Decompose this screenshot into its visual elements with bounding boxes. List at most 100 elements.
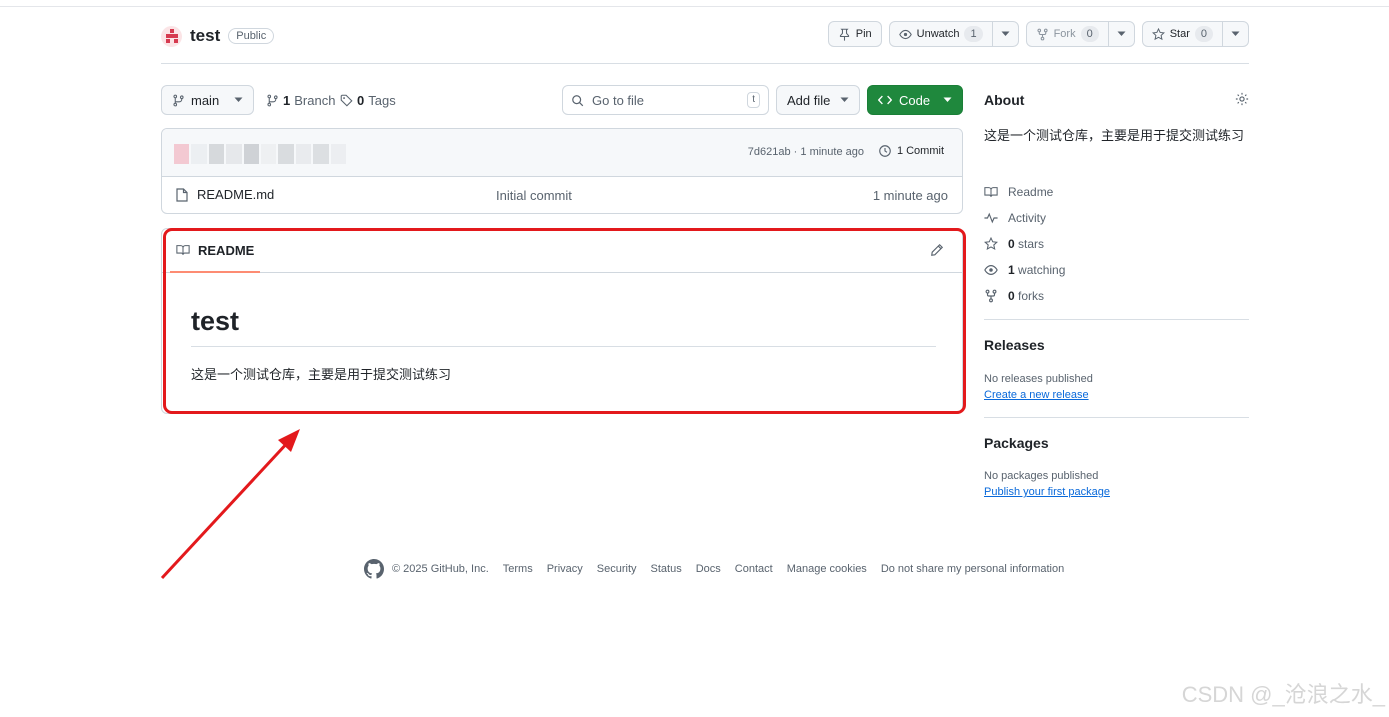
create-release-link[interactable]: Create a new release <box>984 389 1089 401</box>
footer-link-docs[interactable]: Docs <box>696 563 721 575</box>
file-name[interactable]: README.md <box>197 187 274 202</box>
sidebar-divider <box>984 417 1249 418</box>
code-button[interactable]: Code <box>867 85 963 115</box>
pin-icon <box>839 28 849 41</box>
readme-tabbar: README <box>162 229 962 273</box>
readme-heading-rule <box>191 346 936 347</box>
fork-button[interactable]: Fork 0 <box>1025 21 1135 47</box>
fork-dropdown[interactable] <box>1107 22 1134 46</box>
fork-count: 0 <box>1080 26 1099 42</box>
file-commit-message[interactable]: Initial commit <box>496 188 572 203</box>
footer-link-manage-cookies[interactable]: Manage cookies <box>787 563 867 575</box>
chevron-down-icon <box>943 97 952 102</box>
csdn-watermark: CSDN @_沧浪之水_ <box>1181 682 1385 707</box>
code-icon <box>878 95 892 105</box>
star-icon <box>1151 27 1165 40</box>
branches-link[interactable]: 1 Branch <box>266 85 335 115</box>
repo-owner-avatar[interactable] <box>161 25 182 47</box>
commit-count-label: 1 Commit <box>896 145 944 157</box>
sidebar-divider <box>984 319 1249 320</box>
footer-copyright: © 2025 GitHub, Inc. <box>392 563 489 575</box>
star-icon <box>984 237 998 251</box>
watching-word: watching <box>1018 263 1066 277</box>
forks-word: forks <box>1018 289 1045 303</box>
pin-button[interactable]: Pin <box>827 21 882 47</box>
chevron-down-icon <box>234 97 243 102</box>
header-divider <box>161 63 1249 64</box>
footer-link-contact[interactable]: Contact <box>735 563 773 575</box>
readme-tab-label: README <box>198 242 255 258</box>
avatar-icon <box>165 29 178 43</box>
watching-count: 1 <box>1008 263 1015 277</box>
releases-empty: No releases published <box>984 373 1093 385</box>
edit-about-button[interactable] <box>1235 92 1249 109</box>
footer-link-privacy[interactable]: Privacy <box>547 563 583 575</box>
sidebar-link-activity[interactable]: Activity <box>984 211 1046 225</box>
sidebar-link-forks[interactable]: 0 forks <box>984 289 1044 303</box>
latest-commit-bar: 7d621ab · 1 minute ago 1 Commit <box>162 129 962 177</box>
fork-icon <box>1036 28 1048 40</box>
github-logo-icon[interactable] <box>364 559 384 579</box>
tag-icon <box>340 94 353 107</box>
book-icon <box>984 187 998 197</box>
chevron-down-icon <box>1231 31 1240 36</box>
unwatch-button[interactable]: Unwatch 1 <box>888 21 1019 47</box>
visibility-badge: Public <box>228 28 275 44</box>
unwatch-label: Unwatch <box>916 28 960 40</box>
chevron-down-icon <box>1001 31 1010 36</box>
file-row[interactable]: README.md Initial commit 1 minute ago <box>162 177 962 213</box>
book-icon <box>176 245 190 255</box>
sidebar-link-watching[interactable]: 1 watching <box>984 263 1065 277</box>
commit-hash-time[interactable]: 7d621ab · 1 minute ago <box>748 146 864 158</box>
about-title: About <box>984 92 1025 108</box>
go-to-file-placeholder: Go to file <box>592 92 645 108</box>
tags-link[interactable]: 0 Tags <box>340 85 396 115</box>
sidebar-link-stars[interactable]: 0 stars <box>984 237 1044 251</box>
footer-link-status[interactable]: Status <box>651 563 682 575</box>
tag-count: 0 <box>357 92 365 108</box>
blurred-author <box>174 144 347 164</box>
branch-word: Branch <box>294 92 336 108</box>
repo-name[interactable]: test <box>190 26 220 46</box>
sidebar-link-readme[interactable]: Readme <box>984 185 1053 199</box>
page-footer: © 2025 GitHub, Inc. Terms Privacy Securi… <box>364 558 1064 580</box>
file-icon <box>176 187 188 202</box>
go-to-file-input[interactable]: Go to file t <box>562 85 769 115</box>
search-icon <box>572 94 584 106</box>
about-description: 这是一个测试仓库，主要是用于提交测试练习 <box>984 128 1245 143</box>
repo-actions: Pin Unwatch 1 Fork 0 Star 0 <box>827 21 1249 47</box>
footer-link-terms[interactable]: Terms <box>503 563 533 575</box>
footer-link-security[interactable]: Security <box>597 563 637 575</box>
pulse-icon <box>984 212 998 224</box>
packages-title[interactable]: Packages <box>984 435 1049 451</box>
footer-link-do-not-share[interactable]: Do not share my personal information <box>881 563 1064 575</box>
file-browser: 7d621ab · 1 minute ago 1 Commit README.m… <box>161 128 963 214</box>
publish-package-link[interactable]: Publish your first package <box>984 486 1110 498</box>
branch-name: main <box>191 92 220 108</box>
readme-panel: README test 这是一个测试仓库，主要是用于提交测试练习 <box>161 228 963 414</box>
top-divider <box>0 6 1389 7</box>
star-button[interactable]: Star 0 <box>1141 21 1249 47</box>
eye-icon <box>898 29 912 39</box>
stars-word: stars <box>1018 237 1045 251</box>
tag-word: Tags <box>368 92 396 108</box>
pencil-icon <box>931 243 944 256</box>
annotation-arrow <box>160 429 300 580</box>
star-dropdown[interactable] <box>1222 22 1248 46</box>
star-count: 0 <box>1194 26 1213 42</box>
readme-body: 这是一个测试仓库，主要是用于提交测试练习 <box>191 367 452 382</box>
commit-history-link[interactable]: 1 Commit <box>878 144 944 158</box>
go-to-file-shortcut: t <box>747 92 760 108</box>
chevron-down-icon <box>840 97 849 102</box>
pin-label: Pin <box>855 28 872 40</box>
branch-selector[interactable]: main <box>161 85 254 115</box>
add-file-button[interactable]: Add file <box>776 85 860 115</box>
readme-heading: test <box>191 306 240 336</box>
watch-count: 1 <box>964 26 983 42</box>
stars-count: 0 <box>1008 237 1015 251</box>
releases-title[interactable]: Releases <box>984 337 1045 353</box>
tab-readme[interactable]: README <box>170 229 261 273</box>
unwatch-dropdown[interactable] <box>991 22 1018 46</box>
edit-readme-button[interactable] <box>930 243 944 260</box>
branch-icon <box>267 94 278 106</box>
